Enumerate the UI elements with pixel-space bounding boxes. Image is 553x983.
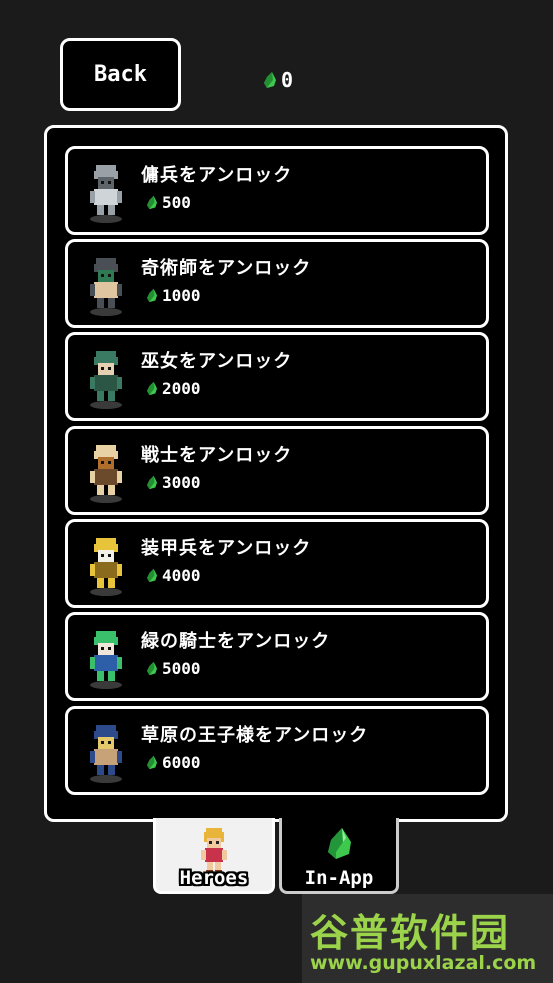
price-value: 4000	[162, 566, 201, 585]
unlock-hero-price: 5000	[146, 659, 201, 678]
unlock-hero-row[interactable]: 草原の王子様をアンロック 6000	[65, 706, 489, 795]
tab-heroes[interactable]: Heroes	[153, 818, 275, 894]
unlock-hero-title: 草原の王子様をアンロック	[141, 725, 369, 746]
warrior-icon	[90, 445, 122, 503]
unlock-hero-price: 6000	[146, 753, 201, 772]
shrine-maiden-icon	[90, 351, 122, 409]
price-value: 5000	[162, 659, 201, 678]
unlock-hero-title: 緑の騎士をアンロック	[141, 631, 331, 652]
unlock-hero-title: 装甲兵をアンロック	[141, 538, 312, 559]
armored-soldier-icon	[90, 538, 122, 596]
unlock-hero-row[interactable]: 傭兵をアンロック 500	[65, 146, 489, 235]
watermark-url: www.gupuxlazal.com	[310, 952, 537, 974]
unlock-hero-title: 奇術師をアンロック	[141, 258, 312, 279]
gem-icon	[147, 568, 157, 583]
gem-icon	[147, 755, 157, 770]
unlock-hero-row[interactable]: 巫女をアンロック 2000	[65, 332, 489, 421]
unlock-hero-row[interactable]: 緑の騎士をアンロック 5000	[65, 612, 489, 701]
magician-icon	[90, 258, 122, 316]
gem-icon	[147, 288, 157, 303]
back-button-label: Back	[94, 62, 147, 87]
unlock-hero-title: 傭兵をアンロック	[141, 165, 293, 186]
gem-icon	[147, 475, 157, 490]
gem-count: 0	[281, 68, 294, 92]
mercenary-icon	[90, 165, 122, 223]
tab-in-app[interactable]: In-App	[279, 818, 399, 894]
price-value: 500	[162, 193, 191, 212]
unlock-hero-price: 500	[146, 193, 191, 212]
watermark-title: 谷普软件园	[310, 911, 511, 955]
unlock-hero-price: 1000	[146, 286, 201, 305]
gem-icon	[264, 72, 276, 88]
unlock-hero-price: 2000	[146, 379, 201, 398]
unlock-hero-row[interactable]: 戦士をアンロック 3000	[65, 426, 489, 515]
gem-icon	[147, 661, 157, 676]
back-button[interactable]: Back	[60, 38, 181, 111]
unlock-hero-price: 3000	[146, 473, 201, 492]
price-value: 3000	[162, 473, 201, 492]
gem-icon	[147, 195, 157, 210]
unlock-hero-row[interactable]: 奇術師をアンロック 1000	[65, 239, 489, 328]
green-knight-icon	[90, 631, 122, 689]
price-value: 2000	[162, 379, 201, 398]
tab-in-app-label: In-App	[304, 867, 374, 889]
unlock-hero-title: 戦士をアンロック	[141, 445, 293, 466]
tab-heroes-label: Heroes	[179, 867, 249, 889]
green-gem-icon	[328, 828, 351, 859]
price-value: 6000	[162, 753, 201, 772]
unlock-hero-row[interactable]: 装甲兵をアンロック 4000	[65, 519, 489, 608]
unlock-hero-title: 巫女をアンロック	[141, 351, 293, 372]
gem-icon	[147, 381, 157, 396]
unlock-hero-price: 4000	[146, 566, 201, 585]
price-value: 1000	[162, 286, 201, 305]
prairie-prince-icon	[90, 725, 122, 783]
gem-balance: 0	[263, 66, 293, 94]
hero-shop-panel: 傭兵をアンロック 500 奇術師をアンロック 1000 巫女をアンロック 200…	[44, 125, 508, 822]
watermark: 谷普软件园 www.gupuxlazal.com	[302, 894, 553, 983]
